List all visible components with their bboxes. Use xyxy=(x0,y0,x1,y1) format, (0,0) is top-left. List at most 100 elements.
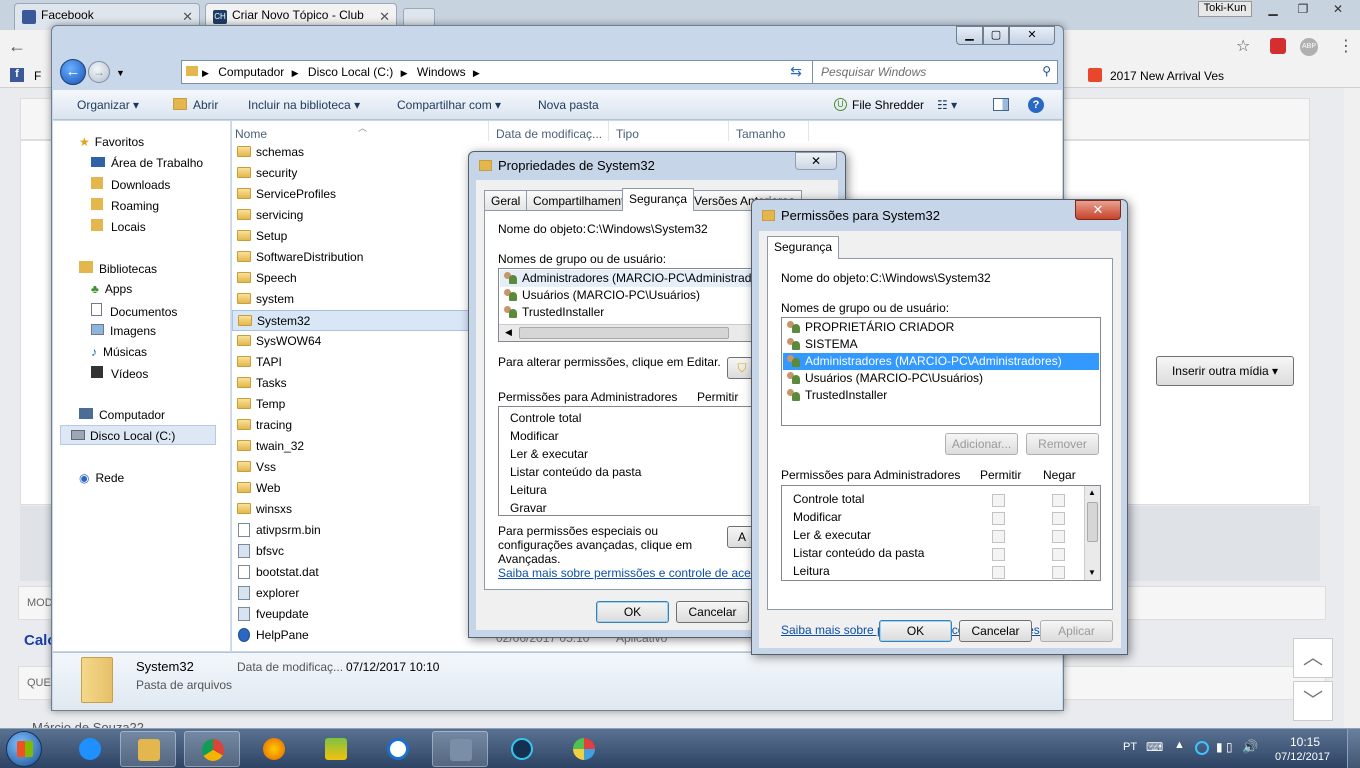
scroll-down-button[interactable]: ﹀ xyxy=(1293,681,1333,721)
scroll-down-icon[interactable]: ▼ xyxy=(1088,568,1096,577)
ok-button[interactable]: OK xyxy=(879,620,952,642)
profile-button[interactable]: Toki-Kun xyxy=(1198,1,1252,17)
user-list[interactable]: PROPRIETÁRIO CRIADOR SISTEMA Administrad… xyxy=(781,317,1101,426)
remove-button[interactable]: Remover xyxy=(1026,433,1099,455)
refresh-icon[interactable]: ⇆ xyxy=(784,60,808,84)
keyboard-icon[interactable]: ⌨ xyxy=(1146,740,1163,754)
scroll-thumb[interactable] xyxy=(1087,502,1098,542)
file-row[interactable]: Tasks xyxy=(232,373,472,394)
volume-icon[interactable]: 🔊 xyxy=(1242,739,1258,755)
nav-documents[interactable]: Documentos xyxy=(91,300,177,320)
taskbar-bluestacks[interactable] xyxy=(308,731,364,767)
user-row[interactable]: PROPRIETÁRIO CRIADOR xyxy=(783,319,1099,336)
add-button[interactable]: Adicionar... xyxy=(945,433,1018,455)
scroll-thumb[interactable] xyxy=(519,327,729,339)
file-row[interactable]: SoftwareDistribution xyxy=(232,247,472,268)
cancel-button[interactable]: Cancelar xyxy=(959,620,1032,642)
breadcrumb-disk[interactable]: Disco Local (C:) xyxy=(308,65,393,79)
file-row[interactable]: twain_32 xyxy=(232,436,472,457)
view-options-icon[interactable]: ☷ ▾ xyxy=(937,98,957,112)
forward-arrow-icon[interactable]: → xyxy=(88,61,110,83)
open-button[interactable]: Abrir xyxy=(193,98,218,112)
user-row[interactable]: Usuários (MARCIO-PC\Usuários) xyxy=(500,287,700,304)
column-divider[interactable] xyxy=(608,121,609,141)
adblock-icon[interactable]: ABP xyxy=(1300,38,1318,56)
user-row-selected[interactable]: Administradores (MARCIO-PC\Administrador… xyxy=(783,353,1099,370)
chevron-right-icon[interactable]: ▶ xyxy=(292,68,299,78)
deny-checkbox[interactable] xyxy=(1052,512,1065,525)
scroll-left-icon[interactable]: ◀ xyxy=(505,327,512,338)
file-row[interactable]: Speech xyxy=(232,268,472,289)
nav-favorites[interactable]: ★ Favoritos xyxy=(79,132,144,152)
vertical-scrollbar[interactable]: ▲ ▼ xyxy=(1084,486,1100,580)
file-row[interactable]: Web xyxy=(232,478,472,499)
tab-general[interactable]: Geral xyxy=(484,190,528,211)
battery-icon[interactable]: ▯ xyxy=(1226,740,1233,754)
column-size[interactable]: Tamanho xyxy=(736,127,785,141)
taskbar-ccleaner[interactable] xyxy=(494,731,550,767)
close-icon[interactable]: ✕ xyxy=(182,9,193,25)
taskbar-firefox[interactable] xyxy=(246,731,302,767)
deny-checkbox[interactable] xyxy=(1052,566,1065,579)
organize-button[interactable]: Organizar ▾ xyxy=(77,98,139,112)
column-divider[interactable] xyxy=(728,121,729,141)
file-row[interactable]: winsxs xyxy=(232,499,472,520)
share-button[interactable]: Compartilhar com ▾ xyxy=(397,98,501,112)
facebook-icon[interactable]: f xyxy=(10,68,24,82)
deny-checkbox[interactable] xyxy=(1052,530,1065,543)
nav-music[interactable]: ♪ Músicas xyxy=(91,342,147,362)
menu-icon[interactable]: ⋮ xyxy=(1338,36,1354,56)
help-icon[interactable]: ? xyxy=(1028,97,1044,113)
column-divider[interactable] xyxy=(488,121,489,141)
taskbar-security[interactable] xyxy=(432,731,488,767)
clock-date[interactable]: 07/12/2017 xyxy=(1275,751,1330,763)
allow-checkbox[interactable] xyxy=(992,512,1005,525)
column-divider[interactable] xyxy=(808,121,809,141)
nav-roaming[interactable]: Roaming xyxy=(91,195,159,215)
taskbar-paint[interactable] xyxy=(556,731,612,767)
taskbar-app[interactable] xyxy=(370,731,426,767)
scroll-up-icon[interactable]: ▲ xyxy=(1088,488,1096,497)
column-type[interactable]: Tipo xyxy=(616,127,639,141)
start-button[interactable] xyxy=(6,731,42,767)
include-library-button[interactable]: Incluir na biblioteca ▾ xyxy=(248,98,360,112)
language-indicator[interactable]: PT xyxy=(1123,741,1137,753)
nav-desktop[interactable]: Área de Trabalho xyxy=(91,153,203,173)
allow-checkbox[interactable] xyxy=(992,494,1005,507)
taskbar-chrome[interactable] xyxy=(184,731,240,767)
search-icon[interactable]: ⚲ xyxy=(1042,64,1051,78)
user-row[interactable]: Administradores (MARCIO-PC\Administrador… xyxy=(500,270,779,287)
search-input[interactable]: Pesquisar Windows ⚲ xyxy=(812,60,1058,84)
allow-checkbox[interactable] xyxy=(992,566,1005,579)
bookmark-star-icon[interactable]: ☆ xyxy=(1236,36,1250,56)
deny-checkbox[interactable] xyxy=(1052,494,1065,507)
back-arrow-icon[interactable]: ← xyxy=(8,36,26,57)
network-tray-icon[interactable]: ▮ xyxy=(1216,740,1223,754)
close-button[interactable]: ✕ xyxy=(1075,200,1121,220)
insert-media-button[interactable]: Inserir outra mídia ▾ xyxy=(1156,356,1294,386)
file-row[interactable]: bootstat.dat xyxy=(232,562,472,583)
preview-pane-icon[interactable] xyxy=(993,98,1009,111)
clock-time[interactable]: 10:15 xyxy=(1290,735,1320,749)
file-row[interactable]: system xyxy=(232,289,472,310)
close-button[interactable]: ✕ xyxy=(795,152,837,170)
ok-button[interactable]: OK xyxy=(596,601,669,623)
file-row[interactable]: security xyxy=(232,163,472,184)
breadcrumb-computer[interactable]: Computador xyxy=(218,65,284,79)
taskbar-explorer[interactable] xyxy=(120,731,176,767)
file-row[interactable]: HelpPane xyxy=(232,625,472,646)
nav-apps[interactable]: ♣ Apps xyxy=(91,279,132,299)
column-name[interactable]: Nome xyxy=(235,127,267,141)
file-row[interactable]: SysWOW64 xyxy=(232,331,472,352)
file-row[interactable]: servicing xyxy=(232,205,472,226)
cortana-icon[interactable] xyxy=(1195,741,1209,755)
apply-button[interactable]: Aplicar xyxy=(1040,620,1113,642)
file-row[interactable]: System32 xyxy=(232,310,472,331)
file-row[interactable]: fveupdate xyxy=(232,604,472,625)
cancel-button[interactable]: Cancelar xyxy=(676,601,749,623)
minimize-button[interactable]: ▁ xyxy=(956,26,983,45)
file-row[interactable]: ServiceProfiles xyxy=(232,184,472,205)
file-row[interactable]: Vss xyxy=(232,457,472,478)
chevron-right-icon[interactable]: ▶ xyxy=(473,68,480,78)
extension-icon[interactable] xyxy=(1270,38,1286,54)
